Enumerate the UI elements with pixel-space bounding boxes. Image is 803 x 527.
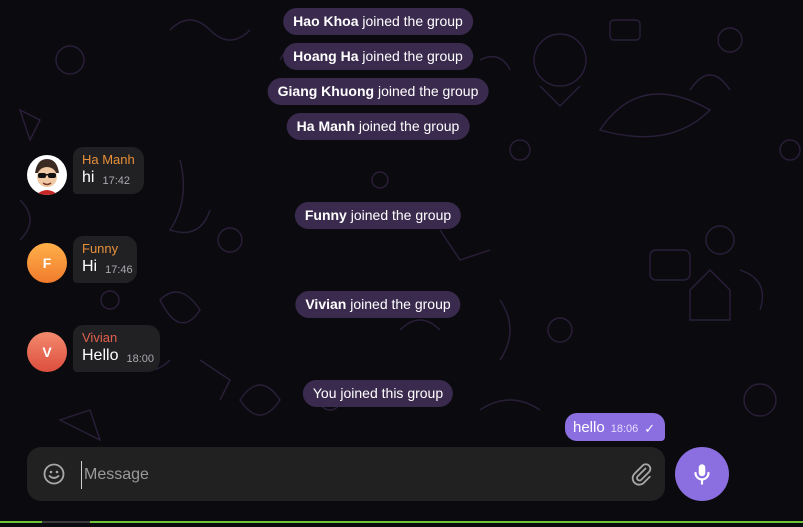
- message-text: Hello: [82, 347, 119, 364]
- smiley-icon[interactable]: [42, 462, 66, 486]
- cartoon-avatar-icon: [35, 159, 59, 195]
- message-text: hello: [573, 418, 605, 436]
- paperclip-icon[interactable]: [629, 462, 653, 486]
- message-time: 17:46: [105, 264, 133, 276]
- system-message: Vivian joined the group: [295, 291, 461, 318]
- system-message: You joined this group: [302, 380, 454, 407]
- sender-name[interactable]: Funny: [82, 241, 129, 257]
- avatar-ha-manh[interactable]: [27, 155, 67, 195]
- system-message: Hao Khoa joined the group: [283, 8, 473, 35]
- system-message: Giang Khuong joined the group: [267, 78, 489, 105]
- message-input[interactable]: [81, 461, 616, 489]
- microphone-icon: [694, 464, 710, 485]
- system-message: Ha Manh joined the group: [286, 113, 470, 140]
- avatar-funny[interactable]: F: [27, 243, 67, 283]
- avatar-vivian[interactable]: V: [27, 332, 67, 372]
- message-text: hi: [82, 169, 95, 186]
- sender-name[interactable]: Ha Manh: [82, 152, 136, 168]
- sender-name[interactable]: Vivian: [82, 330, 152, 346]
- message-time: 18:00: [126, 353, 154, 365]
- message-bubble[interactable]: Ha Manh hi 17:42: [73, 147, 144, 194]
- check-icon: ✓: [644, 421, 656, 436]
- message-time: 17:42: [102, 175, 130, 187]
- message-composer: [27, 447, 665, 501]
- system-message: Funny joined the group: [294, 202, 462, 229]
- bottom-progress-bar: [0, 521, 803, 523]
- message-bubble[interactable]: Vivian Hello 18:00: [73, 325, 160, 372]
- system-message: Hoang Ha joined the group: [283, 43, 473, 70]
- message-time: 18:06: [610, 423, 639, 435]
- message-text: Hi: [82, 258, 98, 275]
- message-bubble[interactable]: Funny Hi 17:46: [73, 236, 137, 283]
- record-voice-button[interactable]: [675, 447, 729, 501]
- outgoing-message-bubble[interactable]: hello 18:06 ✓: [565, 413, 666, 441]
